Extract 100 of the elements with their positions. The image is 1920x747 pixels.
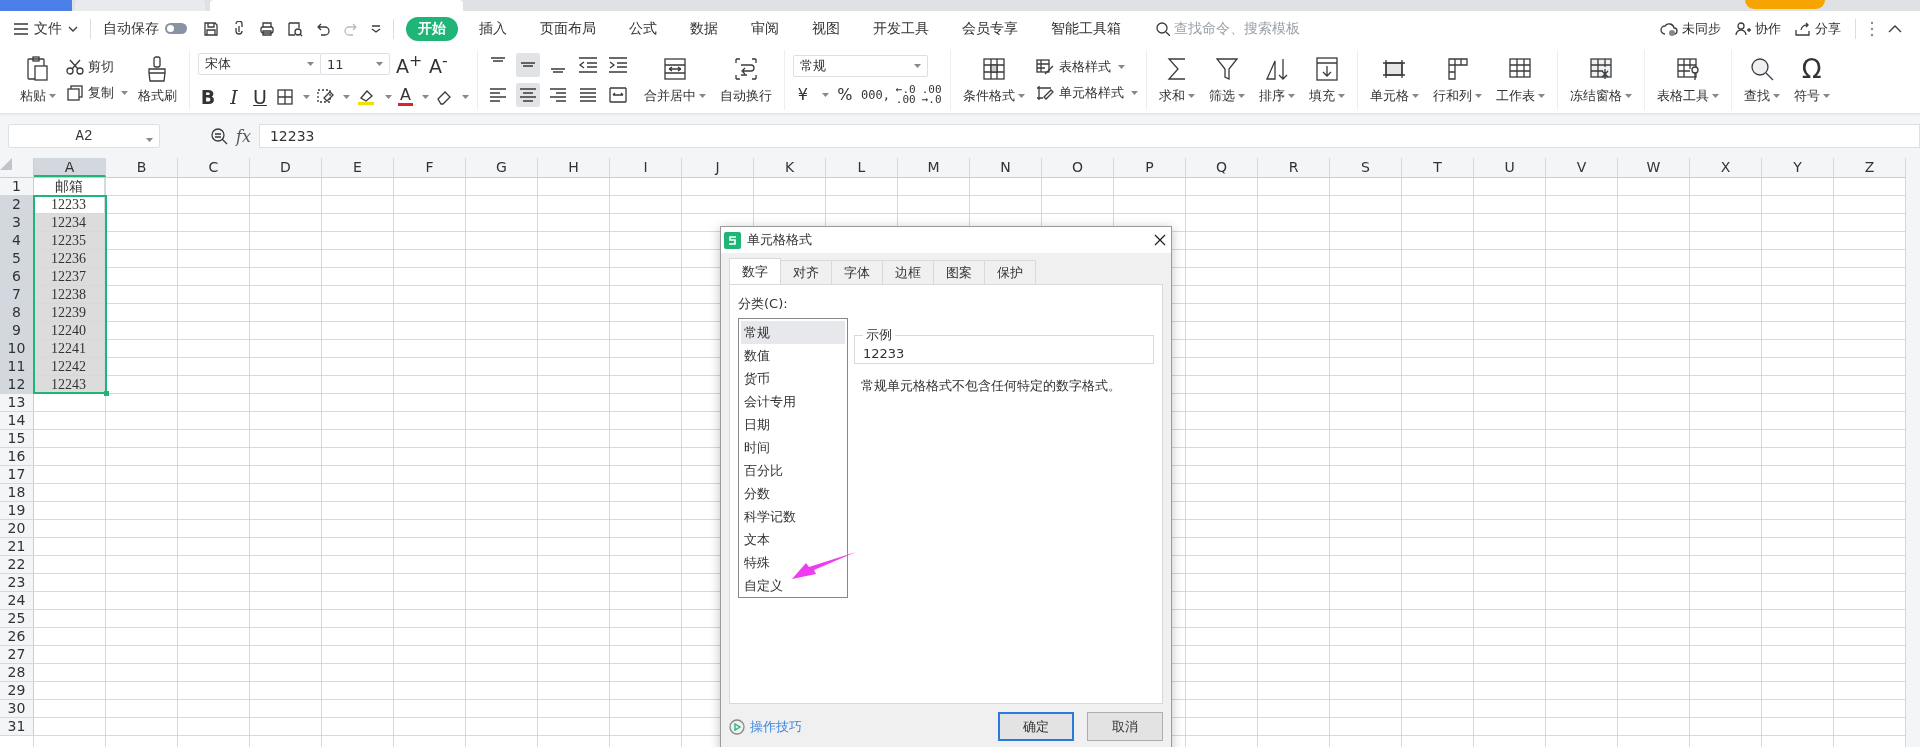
row-header[interactable]: 15 [0, 430, 34, 448]
font-size-select[interactable]: 11 [320, 53, 390, 76]
column-header[interactable]: A [34, 158, 106, 177]
table-style-button[interactable]: 表格样式 [1034, 57, 1138, 76]
sheet-button[interactable]: 工作表 [1491, 52, 1549, 107]
category-item[interactable]: 数值 [741, 344, 773, 367]
category-item[interactable]: 自定义 [741, 574, 786, 597]
row-header[interactable]: 11 [0, 358, 34, 376]
row-header[interactable]: 2 [0, 196, 34, 214]
share-button[interactable]: 分享 [1795, 19, 1841, 38]
ribbon-tab[interactable]: 插入 [467, 16, 519, 41]
fill-handle[interactable] [104, 391, 109, 396]
filter-button[interactable]: 筛选 [1204, 52, 1249, 107]
column-header[interactable]: H [538, 158, 610, 177]
search-icon[interactable] [1156, 21, 1170, 36]
row-header[interactable]: 3 [0, 214, 34, 232]
format-painter-button[interactable]: 格式刷 [134, 52, 181, 107]
column-header[interactable]: B [106, 158, 178, 177]
save-icon[interactable] [203, 20, 219, 37]
find-button[interactable]: 查找 [1739, 52, 1784, 107]
column-header[interactable]: Y [1762, 158, 1834, 177]
column-header[interactable]: W [1618, 158, 1690, 177]
row-header[interactable]: 6 [0, 268, 34, 286]
collapse-icon[interactable] [1888, 24, 1902, 33]
column-header[interactable]: P [1114, 158, 1186, 177]
row-header[interactable]: 28 [0, 664, 34, 682]
formula-input[interactable]: 12233 [258, 124, 1920, 148]
print-preview-icon[interactable] [287, 20, 303, 37]
ribbon-tab[interactable]: 公式 [617, 16, 669, 41]
category-item[interactable]: 科学记数 [741, 505, 799, 528]
dialog-tab[interactable]: 数字 [729, 258, 781, 284]
collaborate-button[interactable]: 协作 [1735, 19, 1781, 38]
column-header[interactable]: I [610, 158, 682, 177]
italic-button[interactable]: I [224, 85, 244, 108]
row-header[interactable]: 22 [0, 556, 34, 574]
row-header[interactable]: 26 [0, 628, 34, 646]
column-header[interactable]: O [1042, 158, 1114, 177]
column-header[interactable]: X [1690, 158, 1762, 177]
category-item[interactable]: 会计专用 [741, 390, 799, 413]
sort-button[interactable]: 排序 [1254, 52, 1299, 107]
shrink-font-button[interactable]: A$^{-}$ [428, 51, 449, 78]
category-item[interactable]: 货币 [741, 367, 773, 390]
column-header[interactable]: T [1402, 158, 1474, 177]
conditional-format-button[interactable]: 条件格式 [958, 52, 1029, 107]
column-header[interactable]: F [394, 158, 466, 177]
fill-button[interactable]: 填充 [1304, 52, 1349, 107]
freeze-button[interactable]: 冻结窗格 [1565, 52, 1636, 107]
column-header[interactable]: N [970, 158, 1042, 177]
row-header[interactable]: 20 [0, 520, 34, 538]
borders-icon[interactable] [276, 87, 294, 106]
sum-button[interactable]: 求和 [1154, 52, 1199, 107]
column-header[interactable]: D [250, 158, 322, 177]
category-item[interactable]: 文本 [741, 528, 773, 551]
decrease-decimal-button[interactable]: .00 →.0 [921, 84, 942, 105]
column-header[interactable]: K [754, 158, 826, 177]
thousands-button[interactable]: 000, [860, 89, 890, 100]
copy-button[interactable]: 复制 [66, 83, 128, 102]
cell-fill-icon[interactable] [316, 87, 334, 106]
ribbon-tab[interactable]: 审阅 [739, 16, 791, 41]
category-item[interactable]: 常规 [741, 321, 845, 344]
distributed-icon[interactable] [606, 84, 629, 105]
cut-button[interactable]: 剪切 [66, 57, 128, 76]
row-header[interactable]: 10 [0, 340, 34, 358]
category-item[interactable]: 日期 [741, 413, 773, 436]
chevron-down-icon[interactable] [371, 24, 381, 33]
grow-font-button[interactable]: A$^{+}$ [396, 51, 423, 78]
row-header[interactable]: 19 [0, 502, 34, 520]
row-header[interactable]: 5 [0, 250, 34, 268]
ribbon-tab[interactable]: 智能工具箱 [1039, 16, 1133, 41]
row-header[interactable]: 14 [0, 412, 34, 430]
column-header[interactable]: S [1330, 158, 1402, 177]
row-header[interactable]: 30 [0, 700, 34, 718]
category-item[interactable]: 百分比 [741, 459, 786, 482]
column-header[interactable]: E [322, 158, 394, 177]
cancel-button[interactable]: 取消 [1087, 712, 1163, 741]
percent-button[interactable]: % [834, 85, 855, 104]
row-header[interactable]: 13 [0, 394, 34, 412]
column-header[interactable]: R [1258, 158, 1330, 177]
ribbon-tab[interactable]: 视图 [800, 16, 852, 41]
row-header[interactable]: 29 [0, 682, 34, 700]
ribbon-tab[interactable]: 数据 [678, 16, 730, 41]
ribbon-tab[interactable]: 开发工具 [861, 16, 941, 41]
column-header[interactable]: M [898, 158, 970, 177]
indent-increase-icon[interactable] [606, 54, 629, 75]
merge-button[interactable]: 合并居中 [639, 52, 710, 107]
column-header[interactable]: Q [1186, 158, 1258, 177]
row-header[interactable]: 18 [0, 484, 34, 502]
row-header[interactable]: 12 [0, 376, 34, 394]
row-header[interactable]: 23 [0, 574, 34, 592]
table-tools-button[interactable]: 表格工具 [1652, 52, 1723, 107]
ribbon-tab[interactable]: 页面布局 [528, 16, 608, 41]
row-header[interactable]: 27 [0, 646, 34, 664]
row-header[interactable]: 24 [0, 592, 34, 610]
file-menu[interactable]: 文件 [14, 19, 78, 38]
cell-style-button[interactable]: 单元格样式 [1034, 83, 1138, 102]
symbol-button[interactable]: Ω 符号 [1789, 52, 1834, 107]
horizontal-align-button[interactable] [515, 82, 540, 107]
row-header[interactable]: 4 [0, 232, 34, 250]
rows-cols-button[interactable]: 行和列 [1428, 52, 1486, 107]
row-header[interactable]: 16 [0, 448, 34, 466]
